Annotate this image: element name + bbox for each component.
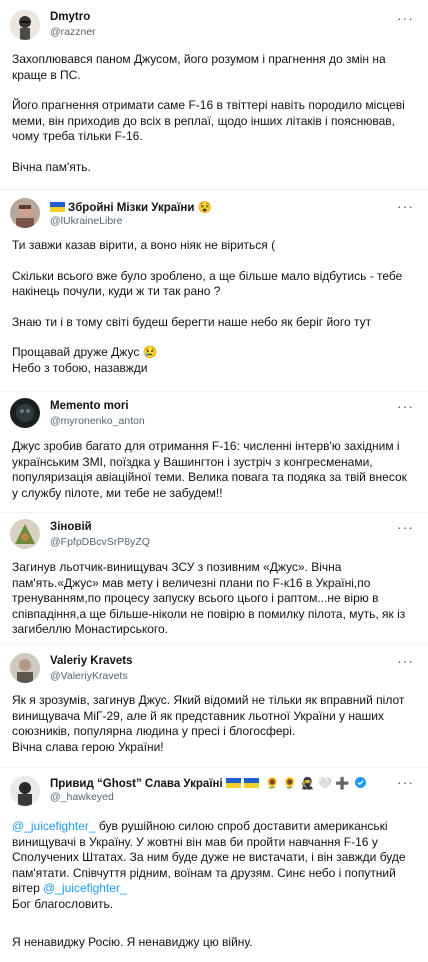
- author-handle[interactable]: @razzner: [50, 26, 96, 38]
- tweet-line: Ти завжи казав вірити, а воно ніяк не ві…: [12, 238, 276, 252]
- tweet-text: @_juicefighter_ був рушійною силою спроб…: [12, 819, 414, 951]
- tweet[interactable]: Зіновій @FpfpDBcvSrP8yZQ ··· Загинув льо…: [0, 513, 428, 645]
- avatar[interactable]: [10, 10, 40, 40]
- author-handle[interactable]: @_hawkeyed: [50, 791, 114, 803]
- tweet-line: Захоплювався паном Джусом, його розумом …: [12, 52, 386, 82]
- author-name[interactable]: Зіновій: [50, 521, 92, 533]
- dizzy-face-emoji: 😵: [197, 202, 212, 214]
- author-name[interactable]: Valeriy Kravets: [50, 655, 132, 667]
- ukraine-flag-icon: [243, 778, 259, 788]
- tweet-line: Вічна пам'ять.: [12, 159, 91, 174]
- tweet[interactable]: Збройні Мізки України 😵 @lUkraineLibre ·…: [0, 190, 428, 392]
- tweet-text: Як я зрозумів, загинув Джус. Який відоми…: [12, 693, 414, 755]
- tweet-text: Захоплювався паном Джусом, його розумом …: [12, 52, 414, 175]
- author-handle[interactable]: @ValeriyKravets: [50, 670, 128, 682]
- tweet-line: Скільки всього вже було зроблено, а ще б…: [12, 268, 403, 299]
- author-name[interactable]: Memento mori: [50, 400, 129, 412]
- tweet-line: Бог благословить.: [12, 896, 114, 911]
- author-handle[interactable]: @myronenko_anton: [50, 415, 145, 427]
- tweet-line: Прощавай друже Джус 😢: [12, 345, 158, 359]
- tweet-line: Як я зрозумів, загинув Джус. Який відоми…: [12, 693, 405, 738]
- ukraine-flag-icon: [225, 778, 241, 788]
- avatar[interactable]: [10, 198, 40, 228]
- author-handle[interactable]: @lUkraineLibre: [50, 215, 123, 227]
- more-options-icon[interactable]: ···: [397, 10, 414, 26]
- avatar[interactable]: [10, 398, 40, 428]
- tweet[interactable]: Dmytro @razzner ··· Захоплювався паном Д…: [0, 0, 428, 190]
- author-name[interactable]: Привид “Ghost” Слава Україні 🌻 🌻 🥷 🤍 ➕: [50, 776, 366, 790]
- tweet-line: Знаю ти і в тому світі будеш берегти наш…: [12, 314, 372, 329]
- tweet-line: Небо з тобою, назавжди: [12, 360, 148, 375]
- more-options-icon[interactable]: ···: [397, 198, 414, 214]
- tweet-line: Я ненавиджу Росію. Я ненавиджу цю війну.: [12, 935, 253, 949]
- ukraine-flag-icon: [50, 202, 65, 212]
- tweet-text: Джус зробив багато для отримання F-16: ч…: [12, 439, 414, 501]
- tweet[interactable]: Valeriy Kravets @ValeriyKravets ··· Як я…: [0, 645, 428, 768]
- tweet-line: @_juicefighter_ був рушійною силою спроб…: [12, 819, 406, 895]
- emoji-row: 🌻 🌻 🥷 🤍 ➕: [265, 778, 350, 790]
- tweet-line: Вічна слава герою України!: [12, 739, 164, 754]
- tweet-line: Загинув льотчик-винищувач ЗСУ з позивним…: [12, 560, 406, 636]
- more-options-icon[interactable]: ···: [397, 519, 414, 535]
- more-options-icon[interactable]: ···: [397, 653, 414, 669]
- tweet-line: Джус зробив багато для отримання F-16: ч…: [12, 439, 407, 500]
- tweet[interactable]: Привид “Ghost” Слава Україні 🌻 🌻 🥷 🤍 ➕ @…: [0, 768, 428, 962]
- tweet[interactable]: Memento mori @myronenko_anton ··· Джус з…: [0, 392, 428, 513]
- tweet-text: Ти завжи казав вірити, а воно ніяк не ві…: [12, 238, 414, 376]
- avatar[interactable]: [10, 776, 40, 806]
- more-options-icon[interactable]: ···: [397, 398, 414, 414]
- more-options-icon[interactable]: ···: [397, 774, 414, 790]
- verified-badge-icon: [354, 777, 366, 788]
- author-handle[interactable]: @FpfpDBcvSrP8yZQ: [50, 536, 150, 548]
- author-name[interactable]: Збройні Мізки України 😵: [50, 200, 212, 214]
- avatar[interactable]: [10, 519, 40, 549]
- mention-link[interactable]: @_juicefighter_: [12, 819, 96, 833]
- mention-link[interactable]: @_juicefighter_: [43, 881, 127, 895]
- avatar[interactable]: [10, 653, 40, 683]
- author-name[interactable]: Dmytro: [50, 11, 90, 23]
- tweet-line: Його прагнення отримати саме F-16 в твіт…: [12, 98, 405, 143]
- tweet-text: Загинув льотчик-винищувач ЗСУ з позивним…: [12, 560, 414, 638]
